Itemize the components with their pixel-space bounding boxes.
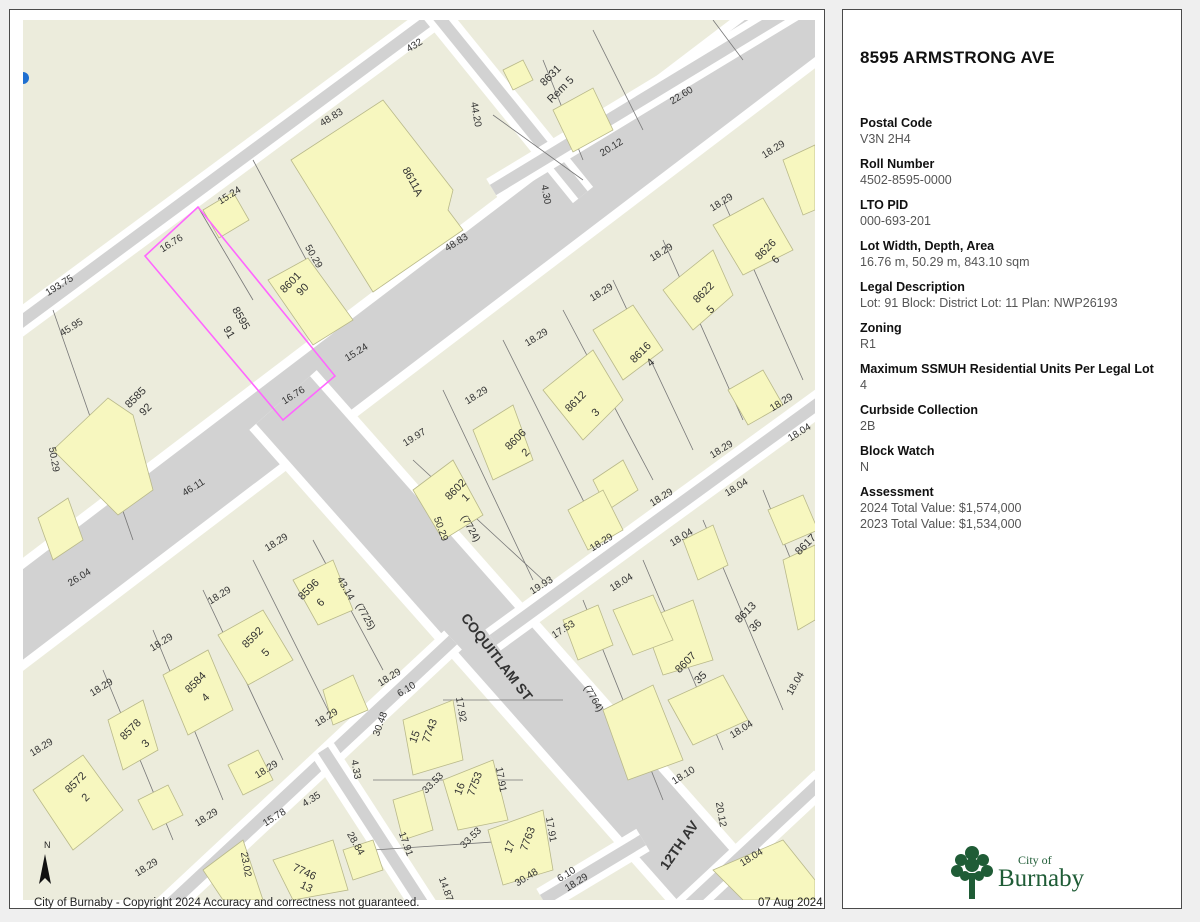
property-fields: Postal Code V3N 2H4 Roll Number 4502-8595-0… (860, 115, 1175, 541)
field-zoning: Zoning R1 (860, 320, 1175, 352)
logo-burnaby: Burnaby (998, 865, 1085, 892)
field-label: Postal Code (860, 116, 933, 130)
field-postal-code: Postal Code V3N 2H4 (860, 115, 1175, 147)
map-date: 07 Aug 2024 (758, 897, 823, 909)
field-roll-number: Roll Number 4502-8595-0000 (860, 156, 1175, 188)
field-lot-width-depth-area: Lot Width, Depth, Area 16.76 m, 50.29 m, … (860, 238, 1175, 270)
map-copyright: City of Burnaby - Copyright 2024 Accurac… (34, 897, 420, 909)
field-label: Maximum SSMUH Residential Units Per Lega… (860, 362, 1154, 376)
city-of-burnaby-logo: City of Burnaby (948, 843, 1098, 903)
parcel-map[interactable]: 8595 91 16.76 16.76 8611 A 8601 90 8585 … (23, 20, 815, 900)
field-label: Zoning (860, 321, 902, 335)
field-curbside-collection: Curbside Collection 2B (860, 402, 1175, 434)
field-label: Curbside Collection (860, 403, 979, 417)
field-value: Lot: 91 Block: District Lot: 11 Plan: NW… (860, 296, 1118, 310)
field-value: R1 (860, 337, 876, 351)
field-value: 4502-8595-0000 (860, 173, 952, 187)
field-assessment: Assessment 2024 Total Value: $1,574,000 20… (860, 484, 1175, 532)
field-label: Legal Description (860, 280, 965, 294)
field-value: 000-693-201 (860, 214, 931, 228)
field-value: 4 (860, 378, 867, 392)
north-arrow: N (34, 840, 56, 891)
map-frame[interactable]: 8595 91 16.76 16.76 8611 A 8601 90 8585 … (9, 9, 825, 909)
property-info-panel: 8595 ARMSTRONG AVE Postal Code V3N 2H4 Rol… (842, 9, 1182, 909)
field-value: N (860, 460, 870, 474)
field-maximum-ssmuh-residential-units-per-legal-lot: Maximum SSMUH Residential Units Per Lega… (860, 361, 1175, 393)
field-label: Block Watch (860, 444, 935, 458)
field-label: Roll Number (860, 157, 935, 171)
tree-icon (951, 846, 993, 899)
field-value: V3N 2H4 (860, 132, 911, 146)
property-address-title: 8595 ARMSTRONG AVE (860, 48, 1055, 67)
field-value: 2023 Total Value: $1,534,000 (860, 517, 1022, 531)
north-label: N (44, 840, 51, 850)
field-label: Assessment (860, 485, 934, 499)
field-label: Lot Width, Depth, Area (860, 239, 995, 253)
field-block-watch: Block Watch N (860, 443, 1175, 475)
north-arrow-icon (39, 854, 51, 884)
field-value: 2B (860, 419, 876, 433)
field-legal-description: Legal Description Lot: 91 Block: District… (860, 279, 1175, 311)
field-label: LTO PID (860, 198, 909, 212)
field-lto-pid: LTO PID 000-693-201 (860, 197, 1175, 229)
field-value: 2024 Total Value: $1,574,000 (860, 501, 1022, 515)
field-value: 16.76 m, 50.29 m, 843.10 sqm (860, 255, 1030, 269)
